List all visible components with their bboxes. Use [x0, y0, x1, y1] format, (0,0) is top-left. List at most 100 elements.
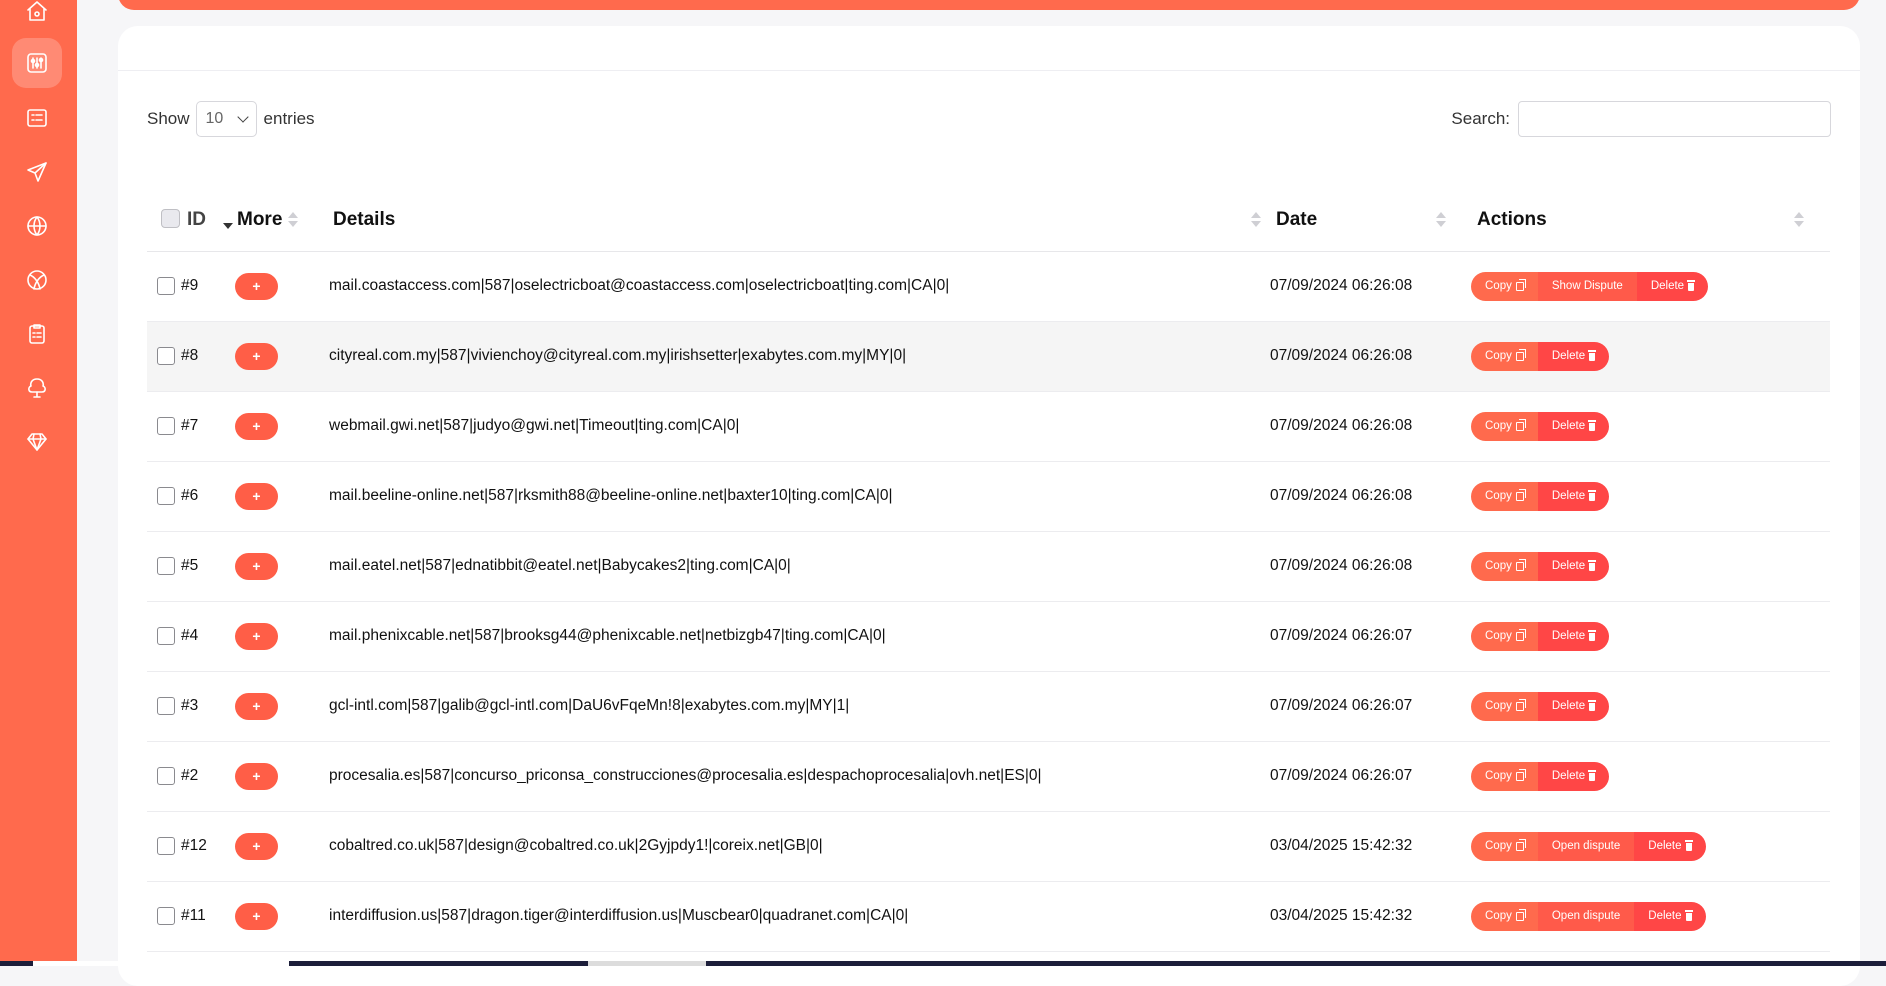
entries-label: entries [263, 109, 315, 128]
row-checkbox[interactable] [157, 486, 175, 505]
cell-actions: Copy Delete [1471, 461, 1830, 532]
delete-button[interactable]: Delete [1634, 831, 1706, 861]
trash-icon [1588, 420, 1597, 431]
globe-icon[interactable] [12, 201, 62, 251]
copy-button[interactable]: Copy [1471, 761, 1538, 791]
expand-row-button[interactable]: + [235, 412, 278, 440]
expand-row-button[interactable]: + [235, 272, 278, 300]
cell-id: #8 [147, 321, 231, 392]
list-icon[interactable] [12, 93, 62, 143]
row-checkbox[interactable] [157, 276, 175, 295]
home-icon[interactable] [12, 0, 62, 36]
copy-button-label: Copy [1485, 769, 1512, 782]
clipboard-icon[interactable] [12, 309, 62, 359]
cell-date: 07/09/2024 06:26:08 [1270, 531, 1471, 602]
sort-icon [1251, 212, 1261, 228]
cell-more: + [231, 391, 327, 462]
cell-more: + [231, 811, 327, 882]
expand-row-button[interactable]: + [235, 552, 278, 580]
entries-select-value: 10 [205, 110, 224, 127]
cell-more: + [231, 881, 327, 952]
delete-button[interactable]: Delete [1634, 901, 1706, 931]
cell-actions: Copy Show Dispute Delete [1471, 251, 1830, 322]
copy-button[interactable]: Copy [1471, 831, 1538, 861]
sort-icon [288, 212, 298, 228]
expand-row-button[interactable]: + [235, 762, 278, 790]
select-all-checkbox[interactable] [161, 209, 180, 228]
action-group: Copy Open dispute Delete [1471, 831, 1706, 861]
column-header-date-label: Date [1276, 209, 1318, 230]
expand-row-button[interactable]: + [235, 692, 278, 720]
entries-select[interactable]: 10 [195, 101, 257, 137]
copy-button[interactable]: Copy [1471, 691, 1538, 721]
scroll-segment [33, 961, 289, 966]
cell-id: #5 [147, 531, 231, 602]
tree-icon[interactable] [12, 363, 62, 413]
expand-row-button[interactable]: + [235, 832, 278, 860]
row-checkbox[interactable] [157, 836, 175, 855]
copy-button[interactable]: Copy [1471, 341, 1538, 371]
row-id: #12 [181, 836, 207, 854]
copy-button[interactable]: Copy [1471, 411, 1538, 441]
row-checkbox[interactable] [157, 556, 175, 575]
action-group: Copy Open dispute Delete [1471, 901, 1706, 931]
delete-button[interactable]: Delete [1636, 271, 1709, 301]
cell-more: + [231, 741, 327, 812]
copy-button-label: Copy [1485, 839, 1512, 852]
dispute-button[interactable]: Open dispute [1537, 831, 1635, 861]
delete-button[interactable]: Delete [1537, 621, 1610, 651]
cell-date: 07/09/2024 06:26:07 [1270, 671, 1471, 742]
cell-id: #4 [147, 601, 231, 672]
action-group: Copy Delete [1471, 341, 1610, 371]
ball-icon[interactable] [12, 255, 62, 305]
scroll-thumb[interactable] [588, 961, 706, 966]
delete-button[interactable]: Delete [1537, 341, 1610, 371]
row-checkbox[interactable] [157, 906, 175, 925]
copy-button[interactable]: Copy [1471, 901, 1538, 931]
search-control: Search: [1451, 101, 1831, 137]
expand-row-button[interactable]: + [235, 482, 278, 510]
cell-more: + [231, 601, 327, 672]
column-header-date[interactable]: Date [1270, 187, 1471, 252]
expand-row-button[interactable]: + [235, 342, 278, 370]
row-checkbox[interactable] [157, 416, 175, 435]
sliders-icon[interactable] [12, 38, 62, 88]
search-input[interactable] [1518, 101, 1831, 137]
delete-button[interactable]: Delete [1537, 691, 1610, 721]
row-checkbox[interactable] [157, 696, 175, 715]
copy-button[interactable]: Copy [1471, 551, 1538, 581]
row-checkbox[interactable] [157, 346, 175, 365]
copy-button[interactable]: Copy [1471, 271, 1538, 301]
dispute-button[interactable]: Show Dispute [1537, 271, 1637, 301]
delete-button[interactable]: Delete [1537, 551, 1610, 581]
cell-details: mail.eatel.net|587|ednatibbit@eatel.net|… [327, 531, 1270, 602]
column-header-more[interactable]: More [231, 187, 327, 252]
delete-button[interactable]: Delete [1537, 411, 1610, 441]
dispute-button[interactable]: Open dispute [1537, 901, 1635, 931]
delete-button[interactable]: Delete [1537, 761, 1610, 791]
copy-button[interactable]: Copy [1471, 621, 1538, 651]
cell-actions: Copy Delete [1471, 741, 1830, 812]
diamond-icon[interactable] [12, 417, 62, 467]
row-id: #4 [181, 626, 199, 644]
column-header-actions[interactable]: Actions [1471, 187, 1830, 252]
trash-icon [1687, 280, 1696, 291]
table-row: #5 + mail.eatel.net|587|ednatibbit@eatel.n… [147, 531, 1830, 602]
send-icon[interactable] [12, 147, 62, 197]
row-checkbox[interactable] [157, 766, 175, 785]
cell-more: + [231, 321, 327, 392]
action-group: Copy Delete [1471, 411, 1610, 441]
expand-row-button[interactable]: + [235, 622, 278, 650]
copy-button[interactable]: Copy [1471, 481, 1538, 511]
copy-icon [1515, 838, 1526, 851]
delete-button[interactable]: Delete [1537, 481, 1610, 511]
chevron-down-icon [236, 111, 249, 123]
bottom-scrollbar [0, 961, 1886, 966]
sidebar [0, 0, 77, 966]
cell-date: 07/09/2024 06:26:08 [1270, 461, 1471, 532]
cell-details: mail.phenixcable.net|587|brooksg44@pheni… [327, 601, 1270, 672]
column-header-id[interactable]: ID [147, 187, 233, 252]
column-header-details[interactable]: Details [327, 187, 1270, 252]
expand-row-button[interactable]: + [235, 902, 278, 930]
row-checkbox[interactable] [157, 626, 175, 645]
